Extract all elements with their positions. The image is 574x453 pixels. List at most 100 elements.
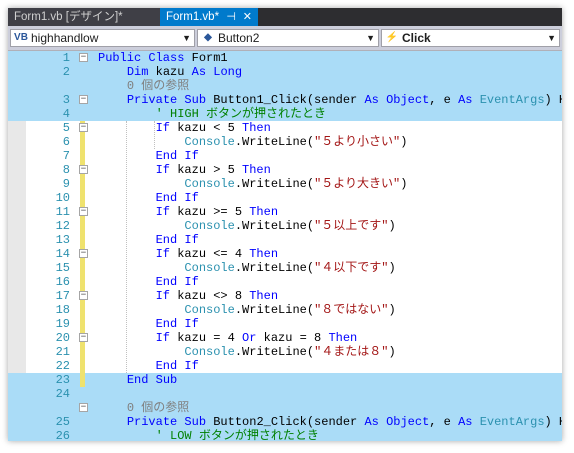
code-token: kazu: [155, 65, 192, 79]
chevron-down-icon: ▼: [182, 33, 191, 43]
code-line[interactable]: 24: [8, 387, 562, 401]
collapse-toggle-icon[interactable]: −: [79, 165, 88, 174]
code-token: End If: [155, 317, 199, 331]
change-marker: [80, 345, 85, 359]
event-dropdown[interactable]: ⚡ Click ▼: [381, 29, 560, 47]
dropdown-value: Click: [402, 31, 431, 45]
code-line[interactable]: 15 Console.WriteLine("４以下です"): [8, 261, 562, 275]
code-text: End If: [98, 149, 199, 163]
collapse-toggle-icon[interactable]: −: [79, 95, 88, 104]
code-line[interactable]: 0 個の参照: [8, 401, 562, 415]
code-text: 0 個の参照: [98, 401, 189, 415]
code-token: kazu >= 5: [177, 205, 250, 219]
code-line[interactable]: 6 Console.WriteLine("５より小さい"): [8, 135, 562, 149]
code-token: ): [388, 345, 396, 359]
code-token: End If: [155, 191, 199, 205]
code-token: End If: [155, 233, 199, 247]
line-number: 1: [62, 51, 70, 65]
code-line[interactable]: 21 Console.WriteLine("４または８"): [8, 345, 562, 359]
code-line[interactable]: 13 End If: [8, 233, 562, 247]
code-token: Button1_Click(sender: [213, 93, 365, 107]
code-token: As: [458, 93, 480, 107]
change-marker: [80, 303, 85, 317]
code-text: ' LOW ボタンが押されたとき: [98, 429, 319, 441]
collapse-toggle-icon[interactable]: −: [79, 291, 88, 300]
code-text: If kazu <> 8 Then: [98, 289, 278, 303]
collapse-toggle-icon[interactable]: −: [79, 403, 88, 412]
change-marker: [80, 219, 85, 233]
code-token: 0 個の参照: [126, 401, 190, 415]
code-line[interactable]: 25 Private Sub Button2_Click(sender As O…: [8, 415, 562, 429]
collapse-toggle-icon[interactable]: −: [79, 53, 88, 62]
code-token: End If: [155, 359, 199, 373]
code-token: Form1: [191, 51, 228, 65]
code-line[interactable]: 9 Console.WriteLine("５より大きい"): [8, 177, 562, 191]
line-number: 26: [55, 429, 70, 441]
code-token: .WriteLine(: [234, 345, 315, 359]
code-token: As Long: [191, 65, 243, 79]
code-line[interactable]: 20 If kazu = 4 Or kazu = 8 Then: [8, 331, 562, 345]
code-editor[interactable]: 1 Public Class Form1 − 2 Dim kazu As Long 0…: [8, 51, 562, 441]
code-token: As: [458, 415, 480, 429]
code-line[interactable]: 11 If kazu >= 5 Then: [8, 205, 562, 219]
code-token: , e: [429, 415, 459, 429]
code-line[interactable]: 5 If kazu < 5 Then: [8, 121, 562, 135]
code-token: kazu <> 8: [177, 289, 250, 303]
code-line[interactable]: 2 Dim kazu As Long: [8, 65, 562, 79]
code-token: Then: [249, 289, 279, 303]
code-token: .WriteLine(: [234, 177, 315, 191]
code-line[interactable]: 26 ' LOW ボタンが押されたとき: [8, 429, 562, 441]
code-line[interactable]: 3 Private Sub Button1_Click(sender As Ob…: [8, 93, 562, 107]
code-token: .WriteLine(: [234, 135, 315, 149]
code-token: "５より大きい": [314, 177, 401, 191]
code-line[interactable]: 16 End If: [8, 275, 562, 289]
code-text: End If: [98, 275, 199, 289]
pin-icon[interactable]: ⊣: [226, 8, 236, 26]
code-token: kazu = 8: [263, 331, 329, 345]
line-number: 13: [55, 233, 70, 247]
code-line[interactable]: 17 If kazu <> 8 Then: [8, 289, 562, 303]
code-line[interactable]: 18 Console.WriteLine("８ではない"): [8, 303, 562, 317]
code-line[interactable]: 8 If kazu > 5 Then: [8, 163, 562, 177]
document-tab-strip: Form1.vb [デザイン]* Form1.vb* ⊣ ✕: [8, 8, 562, 26]
code-token: Then: [249, 247, 279, 261]
code-line[interactable]: 10 End If: [8, 191, 562, 205]
code-line[interactable]: 14 If kazu <= 4 Then: [8, 247, 562, 261]
close-icon[interactable]: ✕: [243, 8, 252, 26]
line-number: 17: [55, 289, 70, 303]
code-line[interactable]: 22 End If: [8, 359, 562, 373]
dropdown-value: highhandlow: [31, 31, 99, 45]
code-token: Public Class: [98, 51, 192, 65]
code-token: Button2_Click(sender: [213, 415, 365, 429]
indent-guide: [126, 121, 127, 373]
code-text: If kazu < 5 Then: [98, 121, 271, 135]
code-token: EventArgs: [479, 93, 545, 107]
collapse-toggle-icon[interactable]: −: [79, 123, 88, 132]
code-line[interactable]: 1 Public Class Form1: [8, 51, 562, 65]
code-line[interactable]: 19 End If: [8, 317, 562, 331]
code-line[interactable]: 23 End Sub: [8, 373, 562, 387]
code-line[interactable]: 4 ' HIGH ボタンが押されたとき: [8, 107, 562, 121]
code-line[interactable]: 0 個の参照: [8, 79, 562, 93]
code-text: Private Sub Button1_Click(sender As Obje…: [98, 93, 562, 107]
code-line[interactable]: 7 End If: [8, 149, 562, 163]
object-dropdown[interactable]: ◆ Button2 ▼: [197, 29, 379, 47]
tab-form1-designer[interactable]: Form1.vb [デザイン]*: [8, 8, 160, 26]
code-line[interactable]: 12 Console.WriteLine("５以上です"): [8, 219, 562, 233]
chevron-down-icon: ▼: [366, 33, 375, 43]
tab-form1-code[interactable]: Form1.vb* ⊣ ✕: [160, 8, 258, 26]
code-text: Public Class Form1: [98, 51, 228, 65]
project-scope-dropdown[interactable]: VB highhandlow ▼: [10, 29, 195, 47]
collapse-toggle-icon[interactable]: −: [79, 249, 88, 258]
collapse-toggle-icon[interactable]: −: [79, 333, 88, 342]
collapse-toggle-icon[interactable]: −: [79, 207, 88, 216]
line-number: 23: [55, 373, 70, 387]
change-marker: [80, 317, 85, 331]
code-token: Private Sub: [126, 415, 214, 429]
code-token: .WriteLine(: [234, 219, 315, 233]
